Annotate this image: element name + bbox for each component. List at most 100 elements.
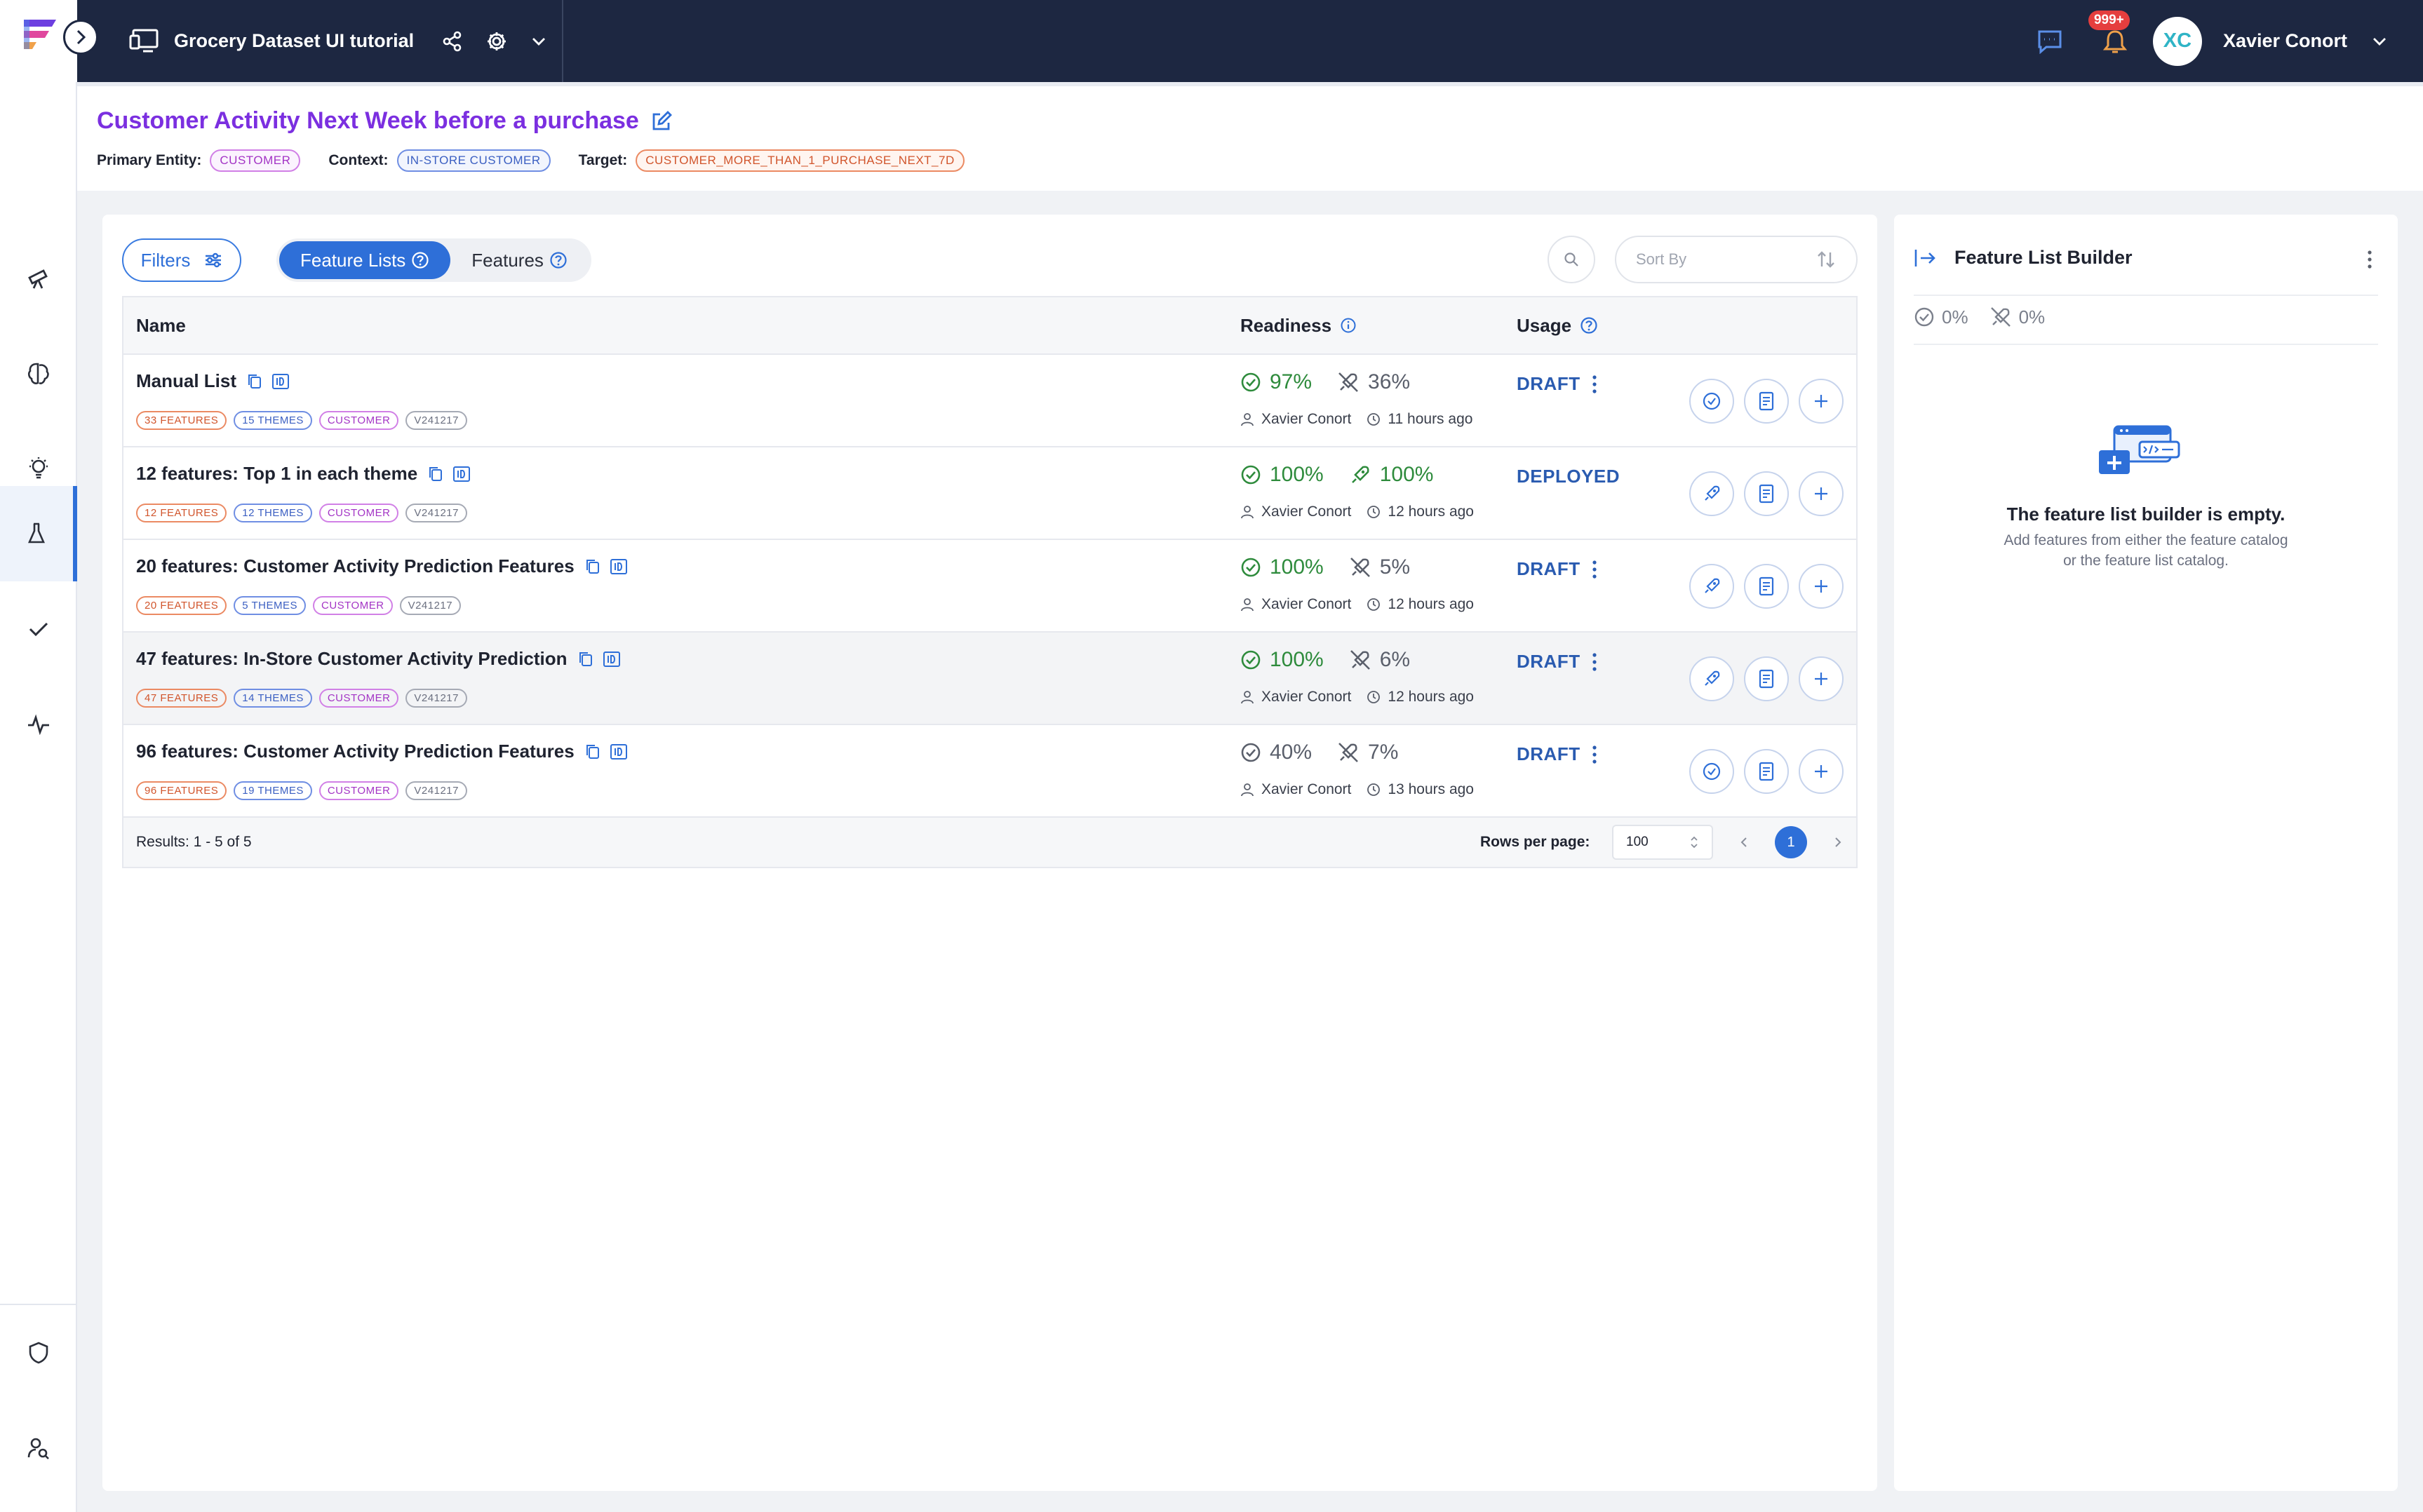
deploy-button[interactable] xyxy=(1689,656,1734,701)
sidebar-item-user-search[interactable] xyxy=(0,1400,77,1496)
owner-name: Xavier Conort xyxy=(1261,781,1352,797)
entity-tag: CUSTOMER xyxy=(318,411,399,430)
view-details-button[interactable] xyxy=(1744,471,1789,516)
updown-chevron-icon xyxy=(1691,836,1698,849)
prev-page-chevron-left-icon[interactable] xyxy=(1738,835,1750,849)
id-icon[interactable] xyxy=(610,558,628,575)
sidebar-item-monitor[interactable] xyxy=(0,677,77,772)
share-icon[interactable] xyxy=(442,31,463,52)
tab-feature-lists[interactable]: Feature Lists xyxy=(279,241,451,279)
tab-features-label: Features xyxy=(471,249,544,271)
sidebar-item-explore[interactable] xyxy=(0,231,77,326)
view-details-button[interactable] xyxy=(1744,749,1789,794)
add-to-builder-button[interactable] xyxy=(1799,379,1844,424)
chat-icon[interactable] xyxy=(2036,29,2063,54)
usage-cell: DRAFT xyxy=(1517,373,1597,395)
add-to-builder-button[interactable] xyxy=(1799,471,1844,516)
approve-button[interactable] xyxy=(1689,379,1734,424)
table-row[interactable]: 47 features: In-Store Customer Activity … xyxy=(123,633,1856,725)
table-row[interactable]: 96 features: Customer Activity Predictio… xyxy=(123,725,1856,818)
id-icon[interactable] xyxy=(452,466,471,482)
feature-list-name[interactable]: Manual List xyxy=(136,370,236,392)
feature-list-name[interactable]: 20 features: Customer Activity Predictio… xyxy=(136,555,575,577)
online-percent: 7% xyxy=(1368,741,1399,764)
clock-icon xyxy=(1367,598,1381,611)
column-header-name[interactable]: Name xyxy=(136,315,186,337)
sort-by-select[interactable]: Sort By xyxy=(1615,236,1858,283)
kebab-menu-icon[interactable] xyxy=(1592,374,1597,394)
approve-button[interactable] xyxy=(1689,749,1734,794)
target-pill[interactable]: CUSTOMER_MORE_THAN_1_PURCHASE_NEXT_7D xyxy=(636,149,965,172)
copy-icon[interactable] xyxy=(584,743,601,761)
feature-list-name[interactable]: 47 features: In-Store Customer Activity … xyxy=(136,648,568,670)
gear-icon[interactable] xyxy=(485,30,508,53)
column-header-readiness[interactable]: Readiness xyxy=(1240,315,1357,337)
builder-kebab-menu-icon[interactable] xyxy=(2367,250,2372,269)
filters-button[interactable]: Filters xyxy=(122,238,241,282)
sidebar-item-experiment[interactable] xyxy=(0,486,77,581)
sidebar-toggle-button[interactable] xyxy=(63,20,98,55)
notifications[interactable]: 999+ xyxy=(2088,10,2130,55)
copy-icon[interactable] xyxy=(427,465,444,483)
empty-state-subtitle: Add features from either the feature cat… xyxy=(1894,530,2398,571)
kebab-menu-icon[interactable] xyxy=(1592,745,1597,764)
builder-stats: 0% 0% xyxy=(1914,306,2066,328)
row-tags: 20 FEATURES 5 THEMES CUSTOMER V241217 xyxy=(136,596,468,615)
catalog-selector[interactable]: Grocery Dataset UI tutorial xyxy=(98,0,563,82)
help-icon[interactable] xyxy=(1580,316,1598,335)
help-icon[interactable] xyxy=(549,251,568,269)
feature-list-name[interactable]: 96 features: Customer Activity Predictio… xyxy=(136,741,575,762)
context-pill[interactable]: IN-STORE CUSTOMER xyxy=(396,149,551,172)
id-icon[interactable] xyxy=(603,651,621,668)
themes-count-tag: 19 THEMES xyxy=(234,781,312,800)
table-row[interactable]: 12 features: Top 1 in each theme 12 FEAT… xyxy=(123,447,1856,540)
next-page-chevron-right-icon[interactable] xyxy=(1832,835,1844,849)
owner-cell: Xavier Conort 11 hours ago xyxy=(1240,411,1472,428)
deploy-button[interactable] xyxy=(1689,564,1734,609)
user-name[interactable]: Xavier Conort xyxy=(2223,30,2347,52)
sidebar-item-data[interactable] xyxy=(0,326,77,421)
feature-list-name[interactable]: 12 features: Top 1 in each theme xyxy=(136,463,417,485)
view-details-button[interactable] xyxy=(1744,564,1789,609)
help-icon[interactable] xyxy=(411,251,429,269)
info-icon[interactable] xyxy=(1340,317,1357,334)
row-actions xyxy=(1689,656,1853,701)
rows-per-page-select[interactable]: 100 xyxy=(1612,825,1713,860)
copy-icon[interactable] xyxy=(584,558,601,576)
column-header-usage[interactable]: Usage xyxy=(1517,315,1598,337)
view-details-button[interactable] xyxy=(1744,656,1789,701)
id-icon[interactable] xyxy=(610,743,628,760)
notification-badge: 999+ xyxy=(2088,10,2130,30)
user-menu-chevron-down-icon[interactable] xyxy=(2371,36,2388,47)
copy-icon[interactable] xyxy=(246,372,263,391)
bell-icon[interactable] xyxy=(2102,27,2128,55)
readiness-percent: 97% xyxy=(1270,370,1313,393)
tab-features[interactable]: Features xyxy=(450,241,589,279)
usage-cell: DEPLOYED xyxy=(1517,466,1620,487)
table-row[interactable]: Manual List 33 FEATURES 15 THEMES CUSTOM… xyxy=(123,355,1856,447)
table-row[interactable]: 20 features: Customer Activity Predictio… xyxy=(123,540,1856,633)
sidebar-item-admin[interactable] xyxy=(0,1305,77,1400)
view-details-button[interactable] xyxy=(1744,379,1789,424)
add-to-builder-button[interactable] xyxy=(1799,564,1844,609)
featurebyte-logo-icon[interactable] xyxy=(18,17,60,53)
page-number-button[interactable]: 1 xyxy=(1775,826,1807,858)
offline-rocket-icon xyxy=(1338,372,1358,392)
add-to-builder-button[interactable] xyxy=(1799,656,1844,701)
search-button[interactable] xyxy=(1548,236,1595,283)
online-percent: 36% xyxy=(1368,370,1411,393)
deploy-button[interactable] xyxy=(1689,471,1734,516)
kebab-menu-icon[interactable] xyxy=(1592,560,1597,579)
add-to-builder-button[interactable] xyxy=(1799,749,1844,794)
copy-icon[interactable] xyxy=(577,650,594,668)
sidebar-item-approve[interactable] xyxy=(0,581,77,677)
collapse-arrow-icon[interactable] xyxy=(1914,248,1938,269)
feature-lists-table: Name Readiness Usage Manual List 33 FEAT… xyxy=(122,296,1858,868)
avatar[interactable]: XC xyxy=(2152,16,2202,66)
kebab-menu-icon[interactable] xyxy=(1592,652,1597,672)
chevron-down-icon[interactable] xyxy=(530,36,547,47)
id-icon[interactable] xyxy=(271,373,290,390)
empty-state-title: The feature list builder is empty. xyxy=(2006,504,2286,525)
edit-title-icon[interactable] xyxy=(650,110,673,133)
catalog-name: Grocery Dataset UI tutorial xyxy=(174,30,415,51)
